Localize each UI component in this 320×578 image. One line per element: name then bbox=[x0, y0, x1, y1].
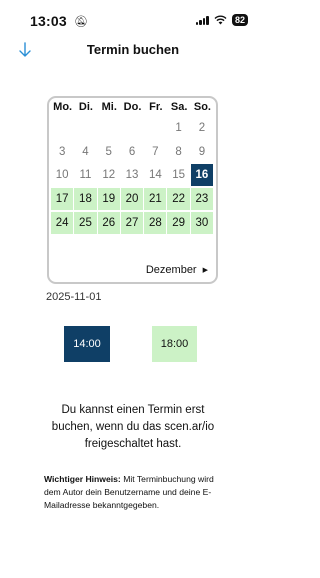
day-cell[interactable]: 18 bbox=[74, 188, 97, 211]
day-cell: 13 bbox=[125, 169, 139, 182]
empty-day-cell bbox=[74, 117, 96, 139]
weekday-label: Di. bbox=[78, 101, 93, 113]
day-cell[interactable]: 20 bbox=[120, 188, 144, 211]
day-cell[interactable]: 28 bbox=[144, 211, 167, 234]
important-hint: Wichtiger Hinweis: Mit Terminbuchung wir… bbox=[44, 473, 225, 512]
empty-day-cell bbox=[51, 117, 73, 139]
battery-icon: 82 bbox=[231, 14, 248, 26]
day-cell[interactable]: 23 bbox=[190, 188, 214, 211]
day-cell: 2 bbox=[198, 122, 206, 134]
day-cell: 5 bbox=[105, 145, 112, 158]
day-cell: 7 bbox=[152, 145, 159, 158]
day-cell: 12 bbox=[102, 169, 116, 182]
weekday-header: Mo. Di. Mi. Do. Fr. Sa. So. bbox=[51, 100, 214, 114]
day-cell[interactable]: 21 bbox=[144, 188, 167, 211]
weekday-label: Mi. bbox=[101, 101, 117, 113]
day-cell[interactable]: 27 bbox=[120, 211, 144, 234]
empty-day-cell bbox=[121, 117, 143, 139]
day-cell[interactable]: 17 bbox=[51, 188, 74, 211]
next-month-button[interactable]: Dezember ▶ bbox=[146, 264, 208, 276]
unlock-info-text: Du kannst einen Termin erst buchen, wenn… bbox=[51, 404, 215, 450]
signal-icon bbox=[195, 15, 209, 25]
day-cell: 4 bbox=[82, 145, 89, 158]
status-icons: 82 bbox=[195, 14, 248, 26]
weekday-label: Mo. bbox=[53, 101, 73, 113]
day-cell: 3 bbox=[58, 145, 66, 158]
weekday-label: Fr. bbox=[149, 101, 163, 113]
day-cell: 15 bbox=[172, 169, 186, 182]
clock: 13:03 bbox=[30, 13, 67, 29]
weekday-label: Do. bbox=[123, 101, 142, 113]
next-month-label: Dezember bbox=[145, 264, 197, 276]
empty-day-cell bbox=[98, 117, 120, 139]
time-slot-1800[interactable]: 18:00 bbox=[152, 326, 197, 362]
day-cell: 11 bbox=[79, 169, 92, 182]
day-cell[interactable]: 24 bbox=[51, 211, 74, 234]
day-cell: 1 bbox=[175, 122, 182, 134]
day-cell[interactable]: 25 bbox=[74, 211, 97, 234]
day-cell: 9 bbox=[198, 145, 206, 158]
day-cell: 8 bbox=[175, 145, 182, 158]
status-bar: 13:03 🔕︎ 82 bbox=[0, 0, 266, 40]
day-cell: 10 bbox=[55, 169, 69, 182]
hint-label: Wichtiger Hinweis: bbox=[44, 474, 121, 484]
day-cell[interactable]: 19 bbox=[97, 188, 120, 211]
wifi-icon bbox=[214, 15, 227, 25]
time-slot-1400[interactable]: 14:00 bbox=[64, 326, 110, 362]
empty-day-cell bbox=[144, 117, 166, 139]
silent-bell-icon: 🔕︎ bbox=[74, 16, 88, 28]
day-cell: 14 bbox=[148, 169, 162, 182]
day-cell[interactable]: 16 bbox=[190, 164, 214, 187]
day-cell[interactable]: 30 bbox=[190, 211, 214, 234]
page-title: Termin buchen bbox=[86, 42, 180, 57]
day-cell[interactable]: 22 bbox=[167, 188, 190, 211]
header: Termin buchen bbox=[0, 36, 266, 64]
weekday-label: So. bbox=[193, 101, 211, 113]
calendar: Mo. Di. Mi. Do. Fr. Sa. So. 1 2 3 4 5 6 7 8 9 10 11 12 13 1… bbox=[47, 96, 218, 284]
weekday-label: Sa. bbox=[170, 101, 188, 113]
selected-date: 2025-11-01 bbox=[46, 291, 102, 303]
day-cell[interactable]: 29 bbox=[167, 211, 190, 234]
triangle-right-icon: ▶ bbox=[202, 267, 208, 274]
day-cell: 6 bbox=[128, 145, 136, 158]
calendar-grid: 1 2 3 4 5 6 7 8 9 10 11 12 13 14 15 16 17 18 19 20 21 22 23 24 2… bbox=[51, 117, 214, 234]
day-cell[interactable]: 26 bbox=[97, 211, 120, 234]
